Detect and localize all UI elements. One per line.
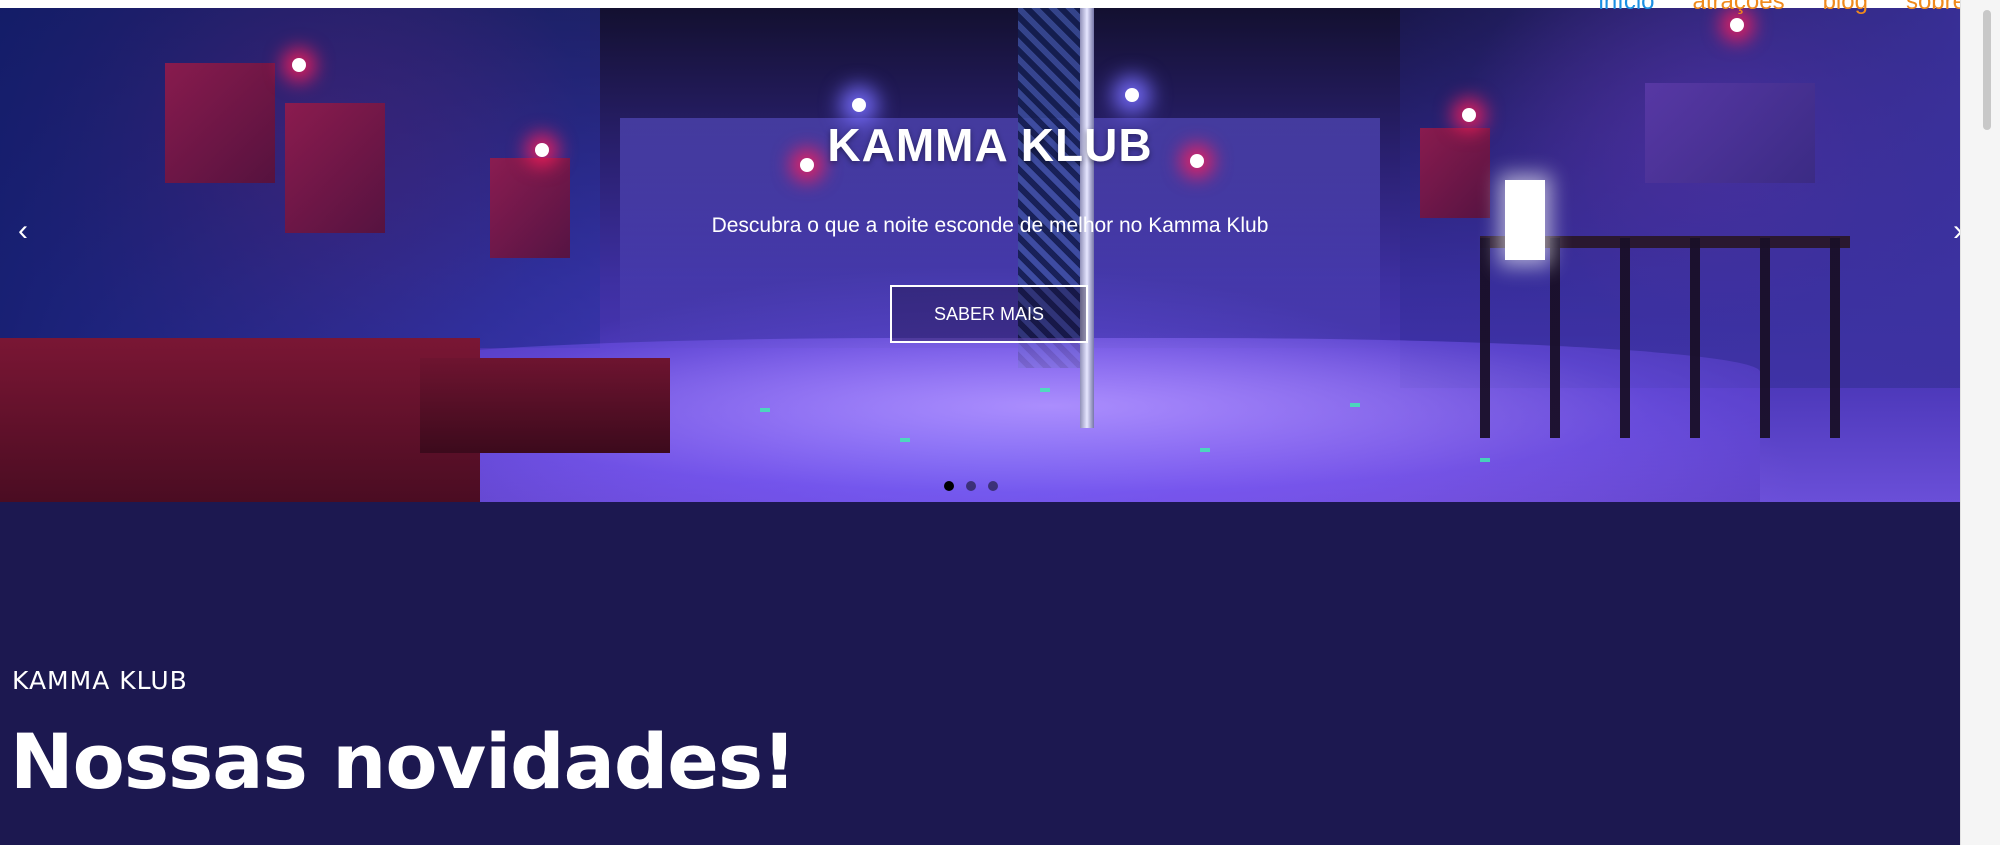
nav-item-inicio[interactable]: início — [1598, 0, 1654, 14]
hero-subtitle: Descubra o que a noite esconde de melhor… — [711, 214, 1269, 237]
nav-item-blog[interactable]: blog — [1823, 0, 1868, 14]
carousel-indicator[interactable] — [944, 481, 954, 491]
carousel-indicator[interactable] — [966, 481, 976, 491]
chevron-left-icon: ‹ — [18, 214, 28, 247]
carousel-indicators — [944, 481, 998, 491]
main-nav: início atrações blog sobre — [1598, 0, 1966, 20]
hero-title: KAMMA KLUB — [827, 119, 1153, 171]
page: KAMMA KLUB Descubra o que a noite escond… — [0, 0, 2000, 845]
carousel-prev-button[interactable]: ‹ — [8, 216, 38, 246]
carousel-indicator[interactable] — [988, 481, 998, 491]
hero-caption: KAMMA KLUB Descubra o que a noite escond… — [0, 8, 1960, 502]
news-title: Nossas novidades! — [10, 717, 797, 806]
scrollbar-thumb[interactable] — [1983, 10, 1991, 130]
nav-item-atracoes[interactable]: atrações — [1693, 0, 1785, 14]
news-kicker: KAMMA KLUB — [12, 666, 188, 695]
saber-mais-button[interactable]: SABER MAIS — [890, 285, 1088, 343]
carousel-next-button[interactable]: › — [1943, 216, 1960, 246]
page-scrollbar[interactable] — [1960, 0, 2000, 845]
hero-carousel: KAMMA KLUB Descubra o que a noite escond… — [0, 8, 1960, 502]
nav-item-sobre[interactable]: sobre — [1906, 0, 1966, 14]
chevron-right-icon: › — [1953, 214, 1960, 247]
news-section: KAMMA KLUB Nossas novidades! — [0, 502, 1960, 845]
